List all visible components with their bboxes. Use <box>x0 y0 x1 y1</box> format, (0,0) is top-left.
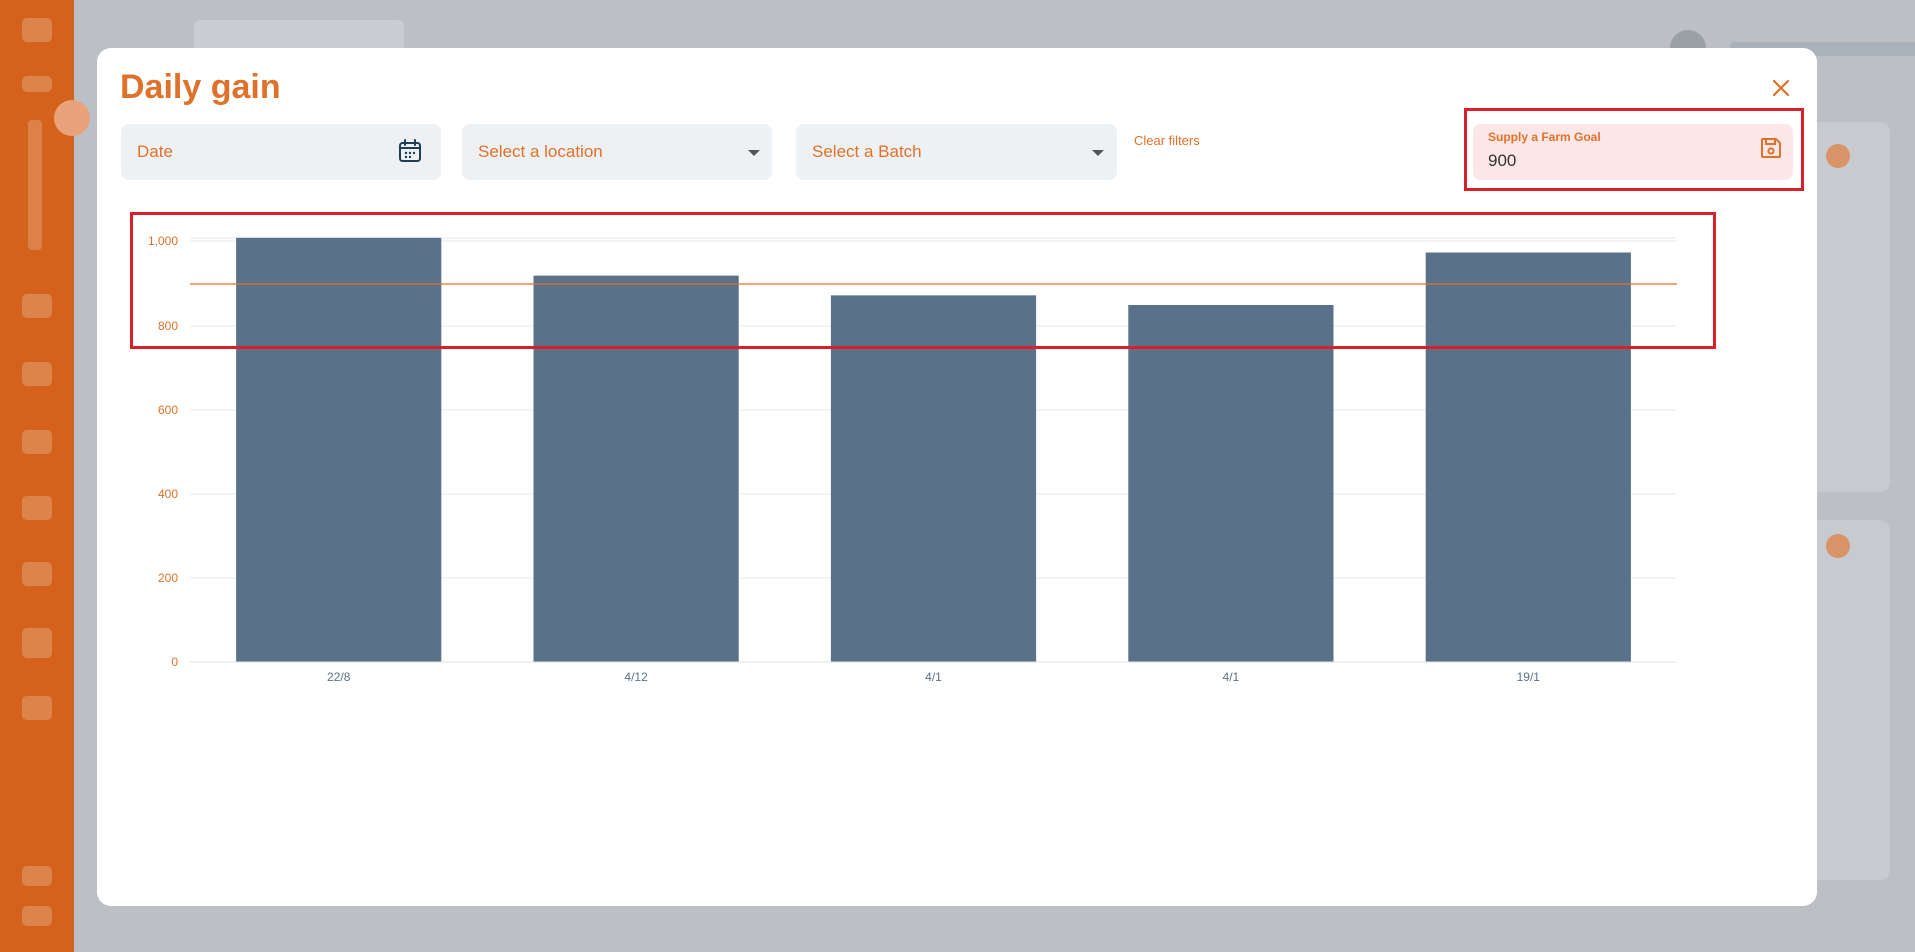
background-card <box>1810 520 1890 880</box>
animal-icon <box>22 496 52 520</box>
sidebar-brand-text <box>28 120 42 250</box>
background-card <box>1810 122 1890 492</box>
chart-bar <box>1128 305 1334 662</box>
menu-icon <box>22 18 52 42</box>
y-tick-label: 1,000 <box>148 234 178 248</box>
x-tick-label: 4/1 <box>925 670 942 684</box>
logout-icon <box>22 906 52 926</box>
x-tick-label: 22/8 <box>327 670 351 684</box>
daily-gain-modal: Daily gain Date Select a location Select… <box>97 48 1817 906</box>
y-tick-label: 200 <box>158 571 178 585</box>
dashboard-icon <box>22 294 52 318</box>
feed-icon <box>22 430 52 454</box>
background-dot <box>1826 144 1850 168</box>
app-topbar <box>74 0 1915 66</box>
app-sidebar <box>0 0 90 952</box>
nav-icon <box>22 76 52 92</box>
help-icon <box>22 866 52 886</box>
y-tick-label: 400 <box>158 487 178 501</box>
y-tick-label: 0 <box>171 655 178 669</box>
background-dot <box>1826 534 1850 558</box>
settings-icon <box>22 696 52 720</box>
farm-icon <box>22 562 52 586</box>
tool-icon <box>22 362 52 386</box>
sidebar-toggle-button <box>54 100 90 136</box>
x-tick-label: 19/1 <box>1517 670 1541 684</box>
report-icon <box>22 628 52 658</box>
daily-gain-chart: 0 200 400 600 800 1,000 22/8 4/12 4/1 4/1 19/1 <box>148 234 1677 684</box>
x-tick-label: 4/1 <box>1223 670 1240 684</box>
y-tick-label: 600 <box>158 403 178 417</box>
chart-bar <box>236 237 442 663</box>
chart-bar <box>533 275 739 662</box>
y-tick-label: 800 <box>158 319 178 333</box>
x-tick-label: 4/12 <box>624 670 648 684</box>
chart-bar <box>1425 252 1631 662</box>
chart-bar <box>830 295 1037 662</box>
